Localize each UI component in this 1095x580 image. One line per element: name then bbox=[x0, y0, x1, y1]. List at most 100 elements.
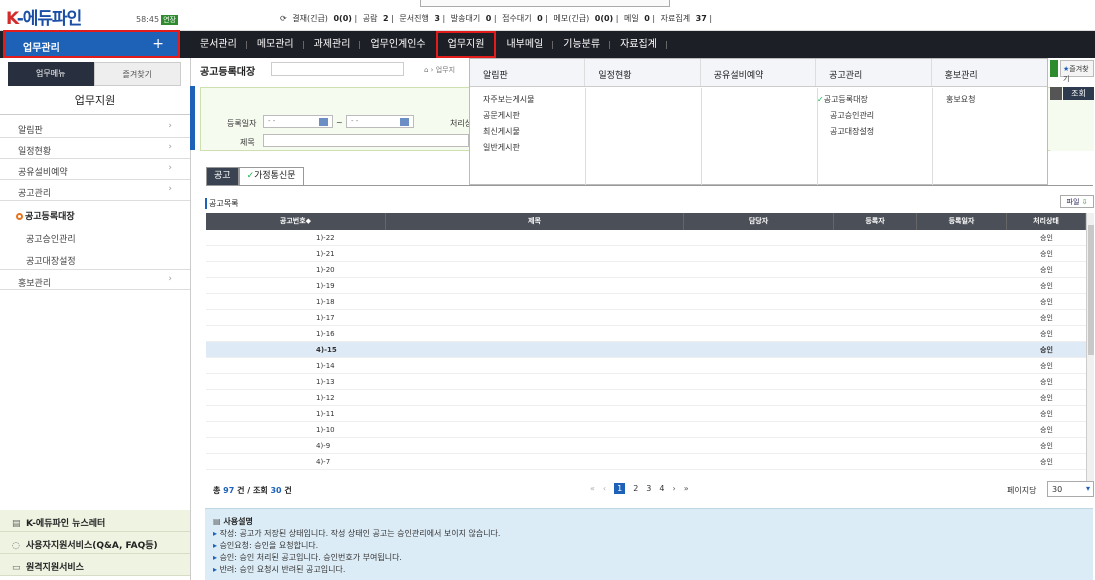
dd-item-frequent-posts[interactable]: 자주보는게시물 bbox=[470, 92, 585, 108]
col-registrant[interactable]: 등록자 bbox=[834, 213, 917, 230]
business-management-button[interactable]: 업무관리 + bbox=[3, 30, 180, 58]
first-page-icon[interactable]: « bbox=[590, 484, 595, 493]
remote-support-link[interactable]: ▭ 원격지원서비스 bbox=[0, 554, 190, 576]
sidebar-item-promotion[interactable]: 홍보관리 › bbox=[0, 269, 190, 290]
dd-head-notice-mgmt[interactable]: 공고관리 bbox=[816, 59, 932, 86]
menu-handover[interactable]: 업무인계인수 bbox=[360, 31, 435, 58]
refresh-icon[interactable]: ⟳ bbox=[280, 14, 287, 23]
menu-memo-management[interactable]: 메모관리 bbox=[247, 31, 304, 58]
table-row[interactable]: 1)-18 승인 bbox=[206, 294, 1086, 310]
dd-item-notice-settings[interactable]: 공고대장설정 bbox=[817, 124, 932, 140]
dd-item-promotion-request[interactable]: 홍보요청 bbox=[933, 92, 1049, 108]
dd-item-official-board[interactable]: 공문게시판 bbox=[470, 108, 585, 124]
table-row[interactable]: 1)-11 승인 bbox=[206, 406, 1086, 422]
sidebar-item-notice-management[interactable]: 공고관리 › bbox=[0, 180, 190, 201]
table-row[interactable]: 1)-20 승인 bbox=[206, 262, 1086, 278]
menu-task-management[interactable]: 과제관리 bbox=[304, 31, 361, 58]
top-link-memo[interactable]: 메모(긴급) 0(0) | bbox=[554, 14, 619, 23]
menu-internal-mail[interactable]: 내부메일 bbox=[496, 31, 554, 58]
reg-date-end-input[interactable]: - - bbox=[346, 115, 414, 128]
reg-date-start-input[interactable]: - - bbox=[263, 115, 333, 128]
cell-registrant bbox=[834, 310, 917, 325]
sidebar-collapse-handle[interactable] bbox=[190, 86, 195, 150]
tab-notice[interactable]: 공고 bbox=[206, 167, 239, 185]
tab-business-menu[interactable]: 업무메뉴 bbox=[8, 62, 94, 86]
sidebar-subitem-notice-approval[interactable]: 공고승인관리 bbox=[0, 226, 190, 247]
extend-session-button[interactable]: 연장 bbox=[161, 15, 178, 25]
page-3[interactable]: 3 bbox=[646, 484, 651, 493]
cell-title bbox=[386, 406, 684, 421]
dd-head-schedule[interactable]: 일정현황 bbox=[585, 59, 701, 86]
table-row[interactable]: 1)-14 승인 bbox=[206, 358, 1086, 374]
table-row[interactable]: 4)-9 승인 bbox=[206, 438, 1086, 454]
table-row[interactable]: 4)-7 승인 bbox=[206, 454, 1086, 470]
app-logo[interactable]: K-에듀파인 bbox=[6, 4, 82, 29]
top-link-data-collect[interactable]: 자료집계 37 | bbox=[661, 14, 712, 23]
page-title: 공고등록대장 bbox=[200, 67, 256, 78]
dd-item-latest-posts[interactable]: 최신게시물 bbox=[470, 124, 585, 140]
tab-home-letter[interactable]: ✓가정통신문 bbox=[238, 167, 304, 185]
table-row[interactable]: 1)-10 승인 bbox=[206, 422, 1086, 438]
col-notice-number[interactable]: 공고번호◆ bbox=[206, 213, 386, 230]
table-row[interactable]: 4)-15 승인 bbox=[206, 342, 1086, 358]
dd-head-noticeboard[interactable]: 알림판 bbox=[470, 59, 586, 86]
page-4[interactable]: 4 bbox=[659, 484, 664, 493]
tab-favorites[interactable]: 즐겨찾기 bbox=[93, 62, 181, 86]
cell-status: 승인 bbox=[1040, 410, 1053, 418]
menu-function-classification[interactable]: 기능분류 bbox=[553, 31, 610, 58]
per-page-select[interactable]: 30 ▾ bbox=[1047, 481, 1094, 497]
dd-item-notice-approval[interactable]: 공고승인관리 bbox=[817, 108, 932, 124]
calendar-icon[interactable] bbox=[319, 118, 328, 126]
dd-item-general-board[interactable]: 일반게시판 bbox=[470, 140, 585, 156]
file-export-button[interactable]: 파일 ⇩ bbox=[1060, 195, 1094, 208]
col-status[interactable]: 처리상태 bbox=[1007, 213, 1086, 230]
dd-head-facility[interactable]: 공유설비예약 bbox=[701, 59, 817, 86]
table-row[interactable]: 1)-19 승인 bbox=[206, 278, 1086, 294]
add-favorite-button[interactable]: ★즐겨찾기 bbox=[1060, 60, 1094, 83]
global-search-box[interactable] bbox=[420, 0, 670, 7]
table-row[interactable]: 1)-12 승인 bbox=[206, 390, 1086, 406]
menu-data-collection[interactable]: 자료집계 bbox=[610, 31, 667, 58]
col-reg-date[interactable]: 등록일자 bbox=[917, 213, 1007, 230]
page-2[interactable]: 2 bbox=[633, 484, 638, 493]
menu-business-support[interactable]: 업무지원 bbox=[435, 31, 497, 58]
col-manager[interactable]: 담당자 bbox=[684, 213, 834, 230]
table-row[interactable]: 1)-22 승인 bbox=[206, 230, 1086, 246]
cell-notice-number: 1)-13 bbox=[316, 378, 335, 386]
top-link-circulation[interactable]: 공람 2 | bbox=[363, 14, 394, 23]
sidebar-subitem-notice-register[interactable]: 공고등록대장 bbox=[0, 203, 190, 224]
table-row[interactable]: 1)-17 승인 bbox=[206, 310, 1086, 326]
sidebar-subitem-notice-settings[interactable]: 공고대장설정 bbox=[0, 248, 190, 269]
user-support-link[interactable]: ◌ 사용자지원서비스(Q&A, FAQ등) bbox=[0, 532, 190, 554]
title-search-input[interactable] bbox=[263, 134, 469, 147]
home-icon[interactable]: ⌂ bbox=[424, 66, 428, 74]
newsletter-link[interactable]: ▤ K-에듀파인 뉴스레터 bbox=[0, 510, 190, 532]
top-link-send-wait[interactable]: 발송대기 0 | bbox=[451, 14, 497, 23]
page-1[interactable]: 1 bbox=[614, 483, 626, 494]
sidebar-item-noticeboard[interactable]: 알림판 › bbox=[0, 117, 190, 138]
table-row[interactable]: 1)-16 승인 bbox=[206, 326, 1086, 342]
scrollbar-thumb[interactable] bbox=[1088, 225, 1094, 355]
dd-head-promotion[interactable]: 홍보관리 bbox=[932, 59, 1047, 86]
top-link-mail[interactable]: 메일 0 | bbox=[624, 14, 655, 23]
lookup-button[interactable]: 조회 bbox=[1063, 87, 1094, 100]
sidebar-item-facility-booking[interactable]: 공유설비예약 › bbox=[0, 159, 190, 180]
dd-col-promotion: 홍보요청 bbox=[933, 88, 1049, 185]
next-page-icon[interactable]: › bbox=[672, 484, 675, 493]
calendar-icon[interactable] bbox=[400, 118, 409, 126]
cell-manager bbox=[684, 454, 834, 469]
menu-document-management[interactable]: 문서관리 bbox=[190, 31, 247, 58]
grid-scrollbar[interactable] bbox=[1086, 213, 1094, 481]
top-link-doc-progress[interactable]: 문서진행 3 | bbox=[399, 14, 445, 23]
table-row[interactable]: 1)-21 승인 bbox=[206, 246, 1086, 262]
col-title[interactable]: 제목 bbox=[386, 213, 684, 230]
table-row[interactable]: 1)-13 승인 bbox=[206, 374, 1086, 390]
last-page-icon[interactable]: » bbox=[684, 484, 689, 493]
top-link-approval[interactable]: 결재(긴급) 0(0) | bbox=[292, 14, 357, 23]
prev-page-icon[interactable]: ‹ bbox=[603, 484, 606, 493]
dropdown-header: 알림판 일정현황 공유설비예약 공고관리 홍보관리 bbox=[470, 59, 1047, 87]
top-link-receive-wait[interactable]: 접수대기 0 | bbox=[502, 14, 548, 23]
cell-status: 승인 bbox=[1040, 346, 1053, 354]
sidebar-item-schedule[interactable]: 일정현황 › bbox=[0, 138, 190, 159]
dd-item-notice-register[interactable]: ✓공고등록대장 bbox=[817, 92, 932, 108]
